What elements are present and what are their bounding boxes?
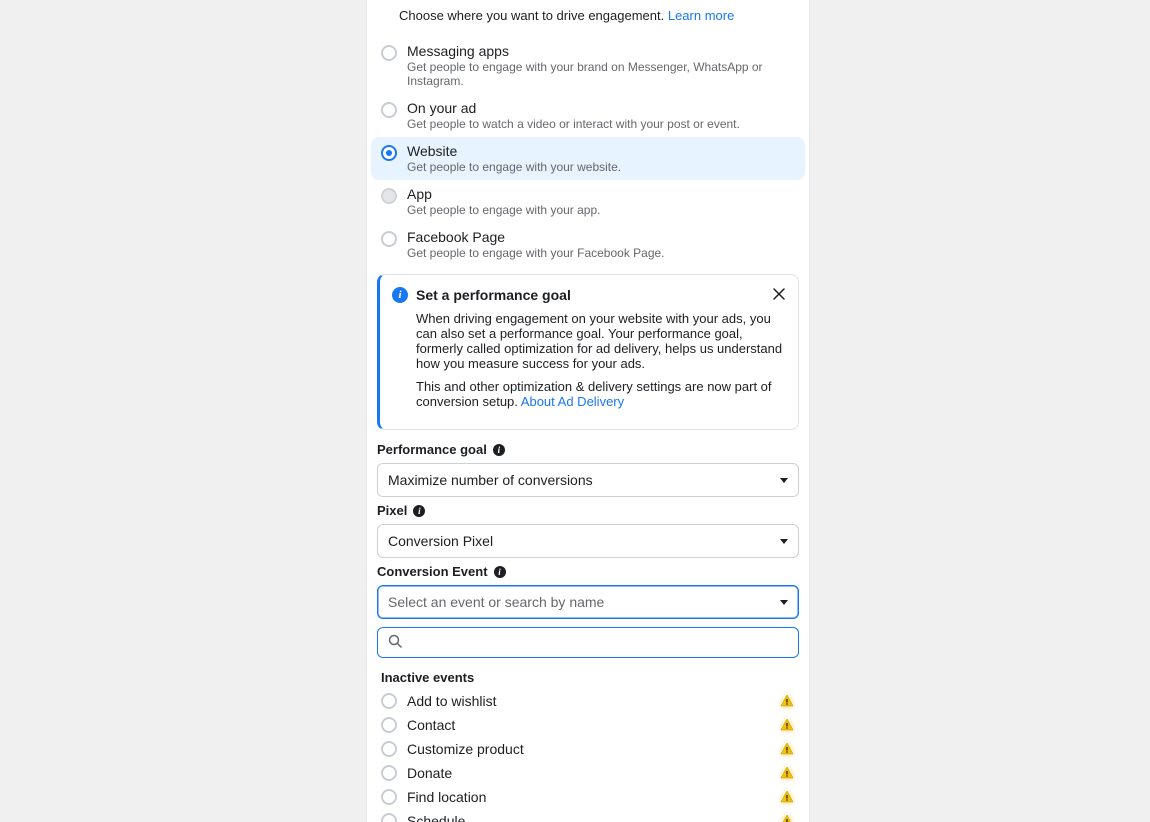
radio-icon: [381, 789, 397, 805]
infobox-body-2: This and other optimization & delivery s…: [416, 379, 784, 409]
option-title: Website: [407, 143, 621, 159]
event-search-input[interactable]: [377, 627, 799, 658]
dropdown-section-title: Inactive events: [377, 662, 799, 689]
radio-icon: [381, 45, 397, 61]
performance-goal-select[interactable]: Maximize number of conversions: [377, 463, 799, 497]
about-ad-delivery-link[interactable]: About Ad Delivery: [521, 394, 624, 409]
infobox-body-1: When driving engagement on your website …: [416, 311, 784, 371]
conversion-event-label: Conversion Event: [377, 564, 488, 579]
event-option[interactable]: Find location: [377, 785, 799, 809]
conversion-location-option[interactable]: Facebook PageGet people to engage with y…: [371, 223, 805, 266]
info-icon[interactable]: i: [494, 566, 506, 578]
event-option-label: Schedule: [407, 813, 769, 822]
event-option-label: Add to wishlist: [407, 693, 769, 709]
info-icon[interactable]: i: [493, 444, 505, 456]
conversion-location-option[interactable]: WebsiteGet people to engage with your we…: [371, 137, 805, 180]
performance-goal-label: Performance goal: [377, 442, 487, 457]
conversion-event-select[interactable]: Select an event or search by name: [377, 585, 799, 619]
event-option-label: Find location: [407, 789, 769, 805]
performance-goal-info: i Set a performance goal When driving en…: [377, 274, 799, 430]
warning-icon: [779, 717, 795, 733]
event-option-label: Contact: [407, 717, 769, 733]
performance-goal-field: Performance goal i Maximize number of co…: [367, 442, 809, 497]
option-title: App: [407, 186, 600, 202]
pixel-field: Pixel i Conversion Pixel: [367, 503, 809, 558]
conversion-location-list: Messaging appsGet people to engage with …: [367, 37, 809, 266]
infobox-title: Set a performance goal: [416, 287, 571, 303]
intro-copy: Choose where you want to drive engagemen…: [399, 8, 668, 23]
pixel-select[interactable]: Conversion Pixel: [377, 524, 799, 558]
option-subtitle: Get people to engage with your website.: [407, 160, 621, 174]
event-option[interactable]: Customize product: [377, 737, 799, 761]
close-icon[interactable]: [770, 285, 788, 303]
radio-icon: [381, 231, 397, 247]
pixel-label: Pixel: [377, 503, 407, 518]
conversion-event-field: Conversion Event i Select an event or se…: [367, 564, 809, 619]
intro-text: Choose where you want to drive engagemen…: [367, 0, 809, 37]
option-title: Messaging apps: [407, 43, 795, 59]
option-title: On your ad: [407, 100, 740, 116]
info-icon[interactable]: i: [413, 505, 425, 517]
info-icon: i: [392, 287, 408, 303]
event-option[interactable]: Donate: [377, 761, 799, 785]
event-option-label: Customize product: [407, 741, 769, 757]
warning-icon: [779, 813, 795, 822]
option-title: Facebook Page: [407, 229, 665, 245]
conversion-location-option[interactable]: AppGet people to engage with your app.: [371, 180, 805, 223]
learn-more-link[interactable]: Learn more: [668, 8, 734, 23]
radio-icon: [381, 813, 397, 822]
event-dropdown[interactable]: Inactive events Add to wishlist Contact Cu…: [377, 662, 799, 822]
radio-icon: [381, 741, 397, 757]
warning-icon: [779, 741, 795, 757]
radio-icon: [381, 693, 397, 709]
radio-icon: [381, 145, 397, 161]
warning-icon: [779, 693, 795, 709]
option-subtitle: Get people to watch a video or interact …: [407, 117, 740, 131]
chevron-down-icon: [780, 539, 788, 544]
event-option[interactable]: Schedule: [377, 809, 799, 822]
event-option[interactable]: Add to wishlist: [377, 689, 799, 713]
chevron-down-icon: [780, 478, 788, 483]
conversion-location-option[interactable]: Messaging appsGet people to engage with …: [371, 37, 805, 94]
radio-icon: [381, 188, 397, 204]
chevron-down-icon: [780, 600, 788, 605]
warning-icon: [779, 765, 795, 781]
option-subtitle: Get people to engage with your Facebook …: [407, 246, 665, 260]
adset-panel: Choose where you want to drive engagemen…: [366, 0, 810, 822]
radio-icon: [381, 102, 397, 118]
warning-icon: [779, 789, 795, 805]
radio-icon: [381, 765, 397, 781]
radio-icon: [381, 717, 397, 733]
event-option[interactable]: Contact: [377, 713, 799, 737]
conversion-location-option[interactable]: On your adGet people to watch a video or…: [371, 94, 805, 137]
event-option-label: Donate: [407, 765, 769, 781]
option-subtitle: Get people to engage with your app.: [407, 203, 600, 217]
option-subtitle: Get people to engage with your brand on …: [407, 60, 795, 88]
search-icon: [388, 634, 402, 651]
